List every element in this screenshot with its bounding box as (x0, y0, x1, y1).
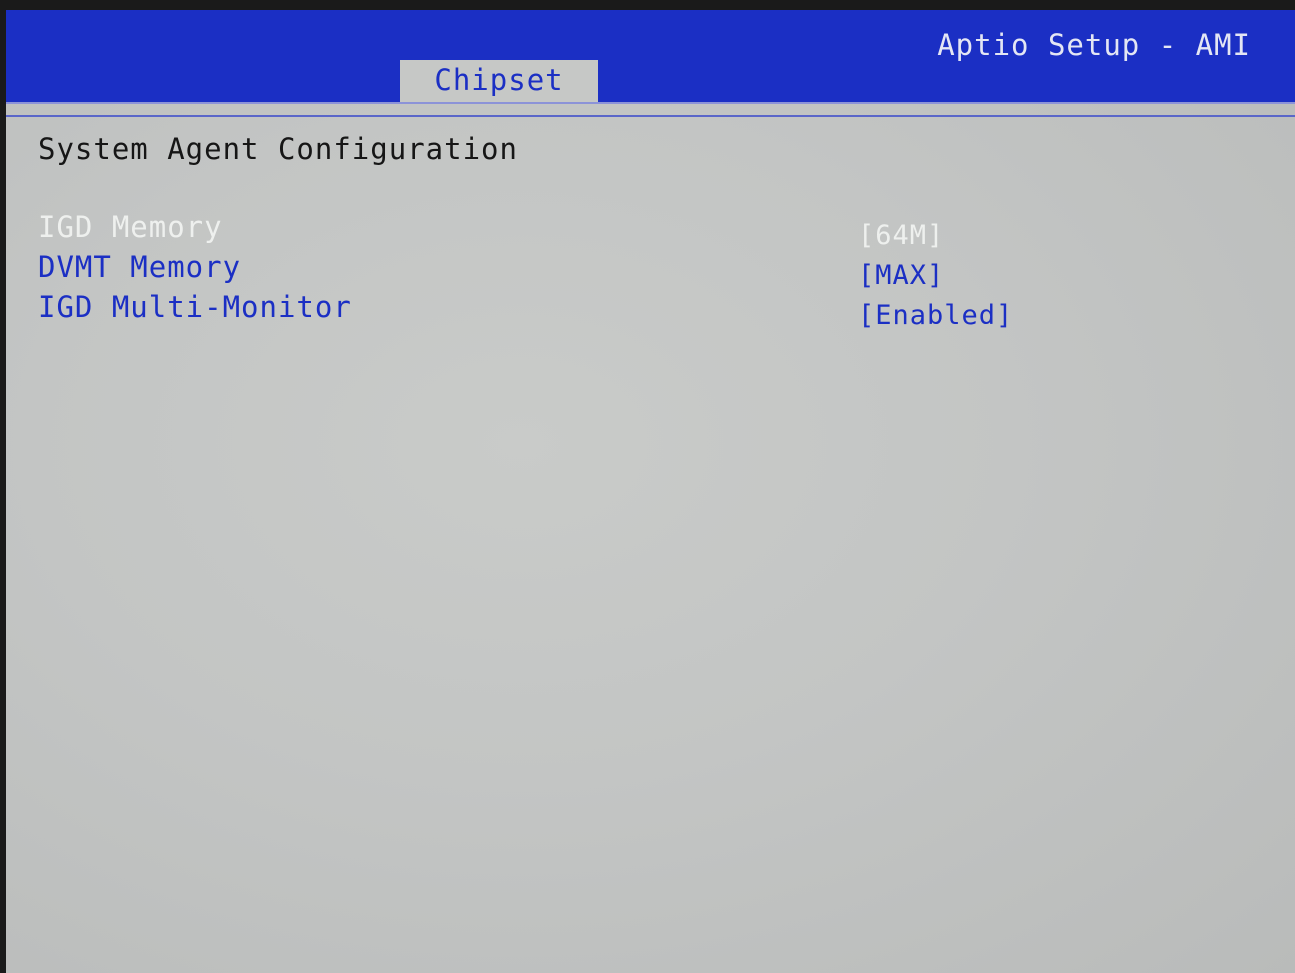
setting-label: IGD Multi-Monitor (38, 290, 352, 324)
setting-igd-memory[interactable]: IGD Memory [64M] (38, 210, 1158, 251)
setting-value[interactable]: [MAX] (858, 260, 944, 291)
setting-label: IGD Memory (38, 210, 223, 244)
setting-label: DVMT Memory (38, 250, 242, 284)
tab-chipset[interactable]: Chipset (400, 60, 598, 102)
setting-value[interactable]: [Enabled] (858, 300, 1013, 331)
bios-screen: Aptio Setup - AMI Chipset System Agent C… (6, 10, 1295, 973)
header-bar: Aptio Setup - AMI Chipset (6, 10, 1295, 104)
section-title: System Agent Configuration (38, 132, 518, 166)
setting-value[interactable]: [64M] (858, 220, 944, 251)
setting-igd-multi-monitor[interactable]: IGD Multi-Monitor [Enabled] (38, 290, 1158, 331)
app-title: Aptio Setup - AMI (937, 28, 1251, 62)
setting-dvmt-memory[interactable]: DVMT Memory [MAX] (38, 250, 1158, 291)
header-divider (6, 115, 1295, 117)
